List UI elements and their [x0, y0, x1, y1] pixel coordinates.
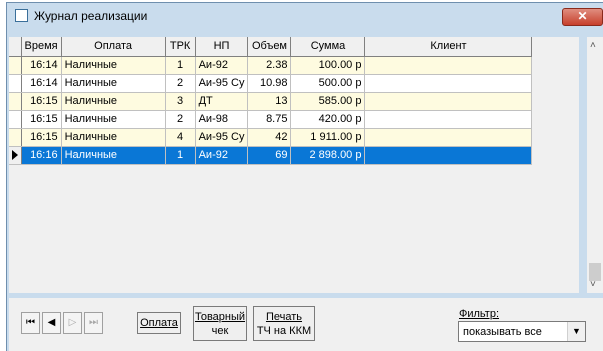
print-receipt-label-line2: ТЧ на ККМ — [256, 325, 312, 337]
cell-volume: 2.38 — [247, 56, 292, 75]
cell-payment: Наличные — [61, 146, 166, 165]
cell-trk: 2 — [165, 74, 196, 93]
cell-np: Аи-98 — [195, 110, 249, 129]
col-header-client[interactable]: Клиент — [364, 37, 533, 57]
next-record-button[interactable]: ▷ — [63, 312, 82, 334]
cell-volume: 8.75 — [247, 110, 292, 129]
cell-time: 16:16 — [21, 146, 62, 165]
goods-receipt-label-line1: Товарный — [194, 311, 246, 323]
cell-volume: 10.98 — [247, 74, 292, 93]
cell-sum: 500.00 р — [290, 74, 366, 93]
cell-sum: 2 898.00 р — [290, 146, 366, 165]
last-record-icon: ⏭ — [89, 317, 98, 328]
dropdown-arrow-icon[interactable]: ▼ — [567, 322, 585, 341]
row-indicator — [9, 92, 22, 111]
last-record-button[interactable]: ⏭ — [84, 312, 103, 334]
filter-label-text: Фильтр: — [459, 308, 500, 320]
cell-client — [364, 128, 533, 147]
row-indicator-current — [9, 146, 22, 165]
current-row-pointer-icon — [12, 150, 18, 161]
cell-np: Аи-95 Су — [195, 74, 249, 93]
sales-table: Время Оплата ТРК НП Объем Сумма Клиент 1… — [9, 37, 533, 165]
cell-time: 16:14 — [21, 56, 62, 75]
cell-client — [364, 110, 533, 129]
col-header-volume[interactable]: Объем — [247, 37, 292, 57]
cell-trk: 1 — [165, 146, 196, 165]
table-header-row: Время Оплата ТРК НП Объем Сумма Клиент — [9, 37, 533, 57]
vertical-scrollbar[interactable]: ˄ ˅ — [587, 37, 603, 293]
first-record-button[interactable]: ⏮ — [21, 312, 40, 334]
cell-np: Аи-92 — [195, 56, 249, 75]
cell-volume: 69 — [247, 146, 292, 165]
row-indicator-header — [9, 37, 22, 57]
cell-time: 16:15 — [21, 128, 62, 147]
row-indicator — [9, 128, 22, 147]
col-header-trk[interactable]: ТРК — [165, 37, 196, 57]
cell-trk: 1 — [165, 56, 196, 75]
prev-record-icon: ◀ — [47, 317, 56, 328]
cell-sum: 420.00 р — [290, 110, 366, 129]
filter-label: Фильтр: — [459, 308, 499, 320]
window-title: Журнал реализации — [34, 9, 148, 23]
cell-client — [364, 56, 533, 75]
cell-np: ДТ — [195, 92, 249, 111]
cell-client — [364, 92, 533, 111]
col-header-time[interactable]: Время — [21, 37, 62, 57]
cell-trk: 4 — [165, 128, 196, 147]
payment-button[interactable]: Оплата — [137, 312, 181, 334]
sales-grid[interactable]: Время Оплата ТРК НП Объем Сумма Клиент 1… — [9, 37, 579, 293]
cell-payment: Наличные — [61, 110, 166, 129]
cell-payment: Наличные — [61, 74, 166, 93]
col-header-payment[interactable]: Оплата — [61, 37, 166, 57]
row-indicator — [9, 56, 22, 75]
filter-dropdown[interactable]: показывать все ▼ — [458, 321, 586, 342]
cell-client — [364, 146, 533, 165]
cell-payment: Наличные — [61, 56, 166, 75]
row-indicator — [9, 110, 22, 129]
cell-payment: Наличные — [61, 128, 166, 147]
cell-time: 16:15 — [21, 92, 62, 111]
payment-button-label: Оплата — [140, 317, 178, 329]
cell-trk: 2 — [165, 110, 196, 129]
cell-trk: 3 — [165, 92, 196, 111]
cell-client — [364, 74, 533, 93]
cell-np: Аи-95 Су — [195, 128, 249, 147]
print-receipt-label-line1: Печать — [265, 311, 303, 323]
next-record-icon: ▷ — [68, 317, 77, 328]
bottom-toolbar: ⏮ ◀ ▷ ⏭ Оплата Товарный чек Печать ТЧ на… — [9, 298, 603, 351]
cell-sum: 100.00 р — [290, 56, 366, 75]
table-row[interactable]: 16:15 Наличные 2 Аи-98 8.75 420.00 р — [9, 110, 533, 129]
cell-volume: 42 — [247, 128, 292, 147]
cell-time: 16:15 — [21, 110, 62, 129]
cell-payment: Наличные — [61, 92, 166, 111]
table-row[interactable]: 16:14 Наличные 2 Аи-95 Су 10.98 500.00 р — [9, 74, 533, 93]
close-button[interactable]: ✕ — [562, 8, 603, 26]
goods-receipt-button[interactable]: Товарный чек — [193, 306, 247, 341]
scroll-down-icon[interactable]: ˅ — [590, 279, 596, 290]
scroll-up-icon[interactable]: ˄ — [590, 40, 596, 51]
cell-np: Аи-92 — [195, 146, 249, 165]
table-row-selected[interactable]: 16:16 Наличные 1 Аи-92 69 2 898.00 р — [9, 146, 533, 165]
row-indicator — [9, 74, 22, 93]
cell-time: 16:14 — [21, 74, 62, 93]
filter-value: показывать все — [463, 326, 542, 338]
cell-volume: 13 — [247, 92, 292, 111]
cell-sum: 585.00 р — [290, 92, 366, 111]
col-header-np[interactable]: НП — [195, 37, 249, 57]
prev-record-button[interactable]: ◀ — [42, 312, 61, 334]
table-row[interactable]: 16:15 Наличные 4 Аи-95 Су 42 1 911.00 р — [9, 128, 533, 147]
print-receipt-button[interactable]: Печать ТЧ на ККМ — [253, 306, 315, 341]
cell-sum: 1 911.00 р — [290, 128, 366, 147]
app-icon — [15, 9, 28, 22]
col-header-sum[interactable]: Сумма — [290, 37, 366, 57]
goods-receipt-label-line2: чек — [211, 325, 229, 337]
title-bar[interactable]: Журнал реализации ✕ — [7, 3, 603, 29]
table-row[interactable]: 16:15 Наличные 3 ДТ 13 585.00 р — [9, 92, 533, 111]
table-row[interactable]: 16:14 Наличные 1 Аи-92 2.38 100.00 р — [9, 56, 533, 75]
first-record-icon: ⏮ — [26, 317, 35, 328]
